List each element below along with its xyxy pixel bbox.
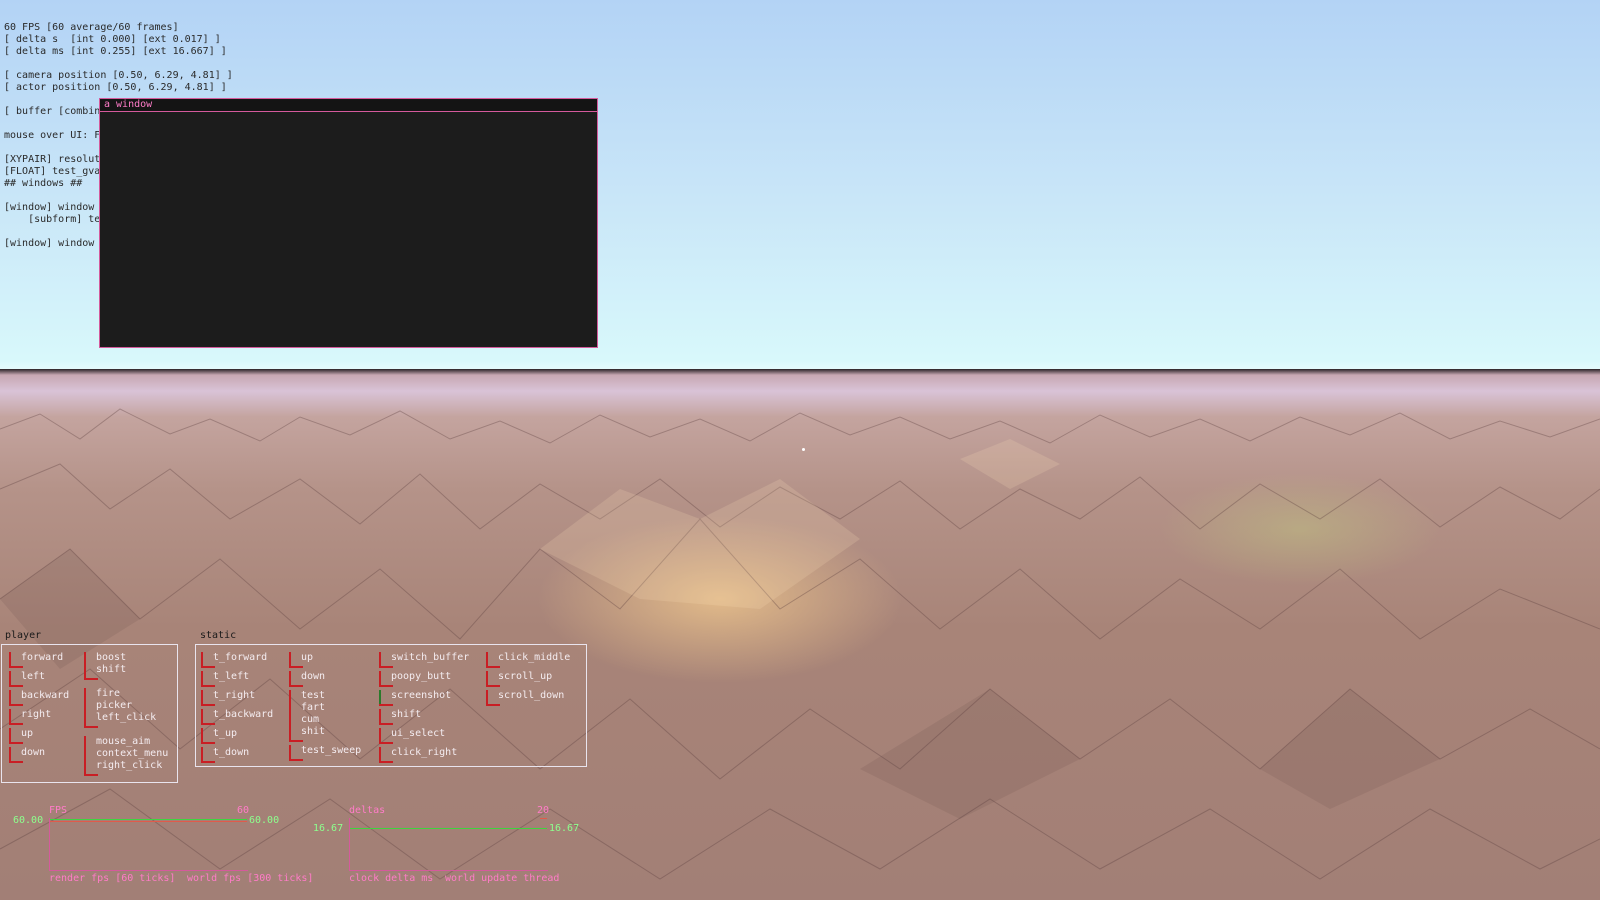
input-state-base (379, 685, 393, 687)
deltas-graph-title: deltas (349, 805, 386, 816)
input-binding-label: shift (96, 664, 127, 675)
input-binding-label: t_up (213, 728, 238, 739)
input-state-base (201, 742, 215, 744)
input-state-bar (289, 690, 291, 742)
input-binding-label: scroll_up (498, 671, 553, 682)
input-state-bar (84, 652, 86, 680)
input-state-base (201, 761, 215, 763)
input-state-base (379, 666, 393, 668)
fps-graph-title: FPS (49, 805, 68, 816)
input-state-base (486, 666, 500, 668)
input-binding-label: boost (96, 652, 127, 663)
debug-line: [ camera position [0.50, 6.29, 4.81] ] (4, 70, 233, 81)
deltas-graph-line-2 (540, 818, 547, 819)
input-state-base (289, 666, 303, 668)
input-state-base (201, 666, 215, 668)
fps-foot-world: world fps [300 ticks] (187, 873, 314, 884)
input-binding-label: test (301, 690, 326, 701)
input-state-base (9, 742, 23, 744)
deltas-left-value: 16.67 (313, 823, 344, 834)
input-state-base (9, 685, 23, 687)
input-state-base (289, 685, 303, 687)
input-binding-label: t_down (213, 747, 250, 758)
input-binding-label: context_menu (96, 748, 169, 759)
input-binding-label: click_middle (498, 652, 571, 663)
input-binding-label: left (21, 671, 46, 682)
fps-foot-render: render fps [60 ticks] (49, 873, 176, 884)
debug-line (4, 58, 233, 70)
input-state-base (201, 704, 215, 706)
input-binding-label: cum (301, 714, 320, 725)
input-binding-label: fire (96, 688, 121, 699)
deltas-foot-world: world update thread (445, 873, 560, 884)
deltas-graph-max: 20 (537, 805, 550, 816)
input-state-base (289, 759, 303, 761)
input-binding-label: backward (21, 690, 70, 701)
input-state-base (201, 723, 215, 725)
input-state-base (9, 704, 23, 706)
player-input-panel: forward left backward right up down boost shift… (1, 644, 178, 783)
input-state-base (379, 723, 393, 725)
fps-graph-max: 60 (237, 805, 250, 816)
input-binding-label: left_click (96, 712, 157, 723)
input-binding-label: shift (391, 709, 422, 720)
input-binding-label: picker (96, 700, 133, 711)
input-state-base (9, 761, 23, 763)
input-state-base (289, 740, 303, 742)
debug-line: [ delta ms [int 0.255] [ext 16.667] ] (4, 46, 227, 57)
input-binding-label: up (21, 728, 34, 739)
player-panel-label: player (5, 630, 42, 641)
input-state-base (379, 742, 393, 744)
static-panel-label: static (200, 630, 237, 641)
input-binding-label: right_click (96, 760, 163, 771)
input-binding-label: mouse_aim (96, 736, 151, 747)
fps-graph-frame (49, 818, 248, 871)
input-binding-label: scroll_down (498, 690, 565, 701)
input-binding-label: t_forward (213, 652, 268, 663)
input-state-base (9, 723, 23, 725)
input-binding-label: forward (21, 652, 64, 663)
window-panel[interactable]: a window (99, 98, 598, 348)
input-binding-label: down (301, 671, 326, 682)
input-binding-label: shit (301, 726, 326, 737)
input-state-base (379, 704, 393, 706)
static-input-panel: t_forward t_left t_right t_backward t_up t_do… (195, 644, 587, 767)
input-binding-label: t_left (213, 671, 250, 682)
input-state-bar (84, 688, 86, 728)
input-binding-label: down (21, 747, 46, 758)
input-binding-label: t_right (213, 690, 256, 701)
input-state-bar (84, 736, 86, 776)
crosshair-dot (802, 448, 805, 451)
input-binding-label: ui_select (391, 728, 446, 739)
input-state-base (201, 685, 215, 687)
input-state-base (84, 678, 98, 680)
input-state-base (486, 704, 500, 706)
deltas-graph-line (350, 828, 547, 829)
debug-line: [ actor position [0.50, 6.29, 4.81] ] (4, 82, 227, 93)
input-state-base (9, 666, 23, 668)
deltas-foot-clock: clock delta ms (349, 873, 434, 884)
input-state-base (379, 761, 393, 763)
input-binding-label: fart (301, 702, 326, 713)
input-binding-label: screenshot (391, 690, 452, 701)
fps-right-value: 60.00 (249, 815, 280, 826)
input-binding-label: switch_buffer (391, 652, 470, 663)
input-binding-label: poopy_butt (391, 671, 452, 682)
window-title-bar[interactable]: a window (100, 99, 597, 112)
fps-graph-line-2 (50, 821, 247, 822)
input-state-base (84, 726, 98, 728)
fps-graph-line (50, 819, 247, 820)
input-state-base (486, 685, 500, 687)
input-binding-label: test_sweep (301, 745, 362, 756)
deltas-graph-frame (349, 818, 548, 871)
input-binding-label: up (301, 652, 314, 663)
fps-left-value: 60.00 (13, 815, 44, 826)
debug-line: 60 FPS [60 average/60 frames] (4, 22, 179, 33)
input-binding-label: click_right (391, 747, 458, 758)
debug-line: [ delta s [int 0.000] [ext 0.017] ] (4, 34, 221, 45)
input-binding-label: right (21, 709, 52, 720)
input-binding-label: t_backward (213, 709, 274, 720)
deltas-right-value: 16.67 (549, 823, 580, 834)
input-state-base (84, 774, 98, 776)
